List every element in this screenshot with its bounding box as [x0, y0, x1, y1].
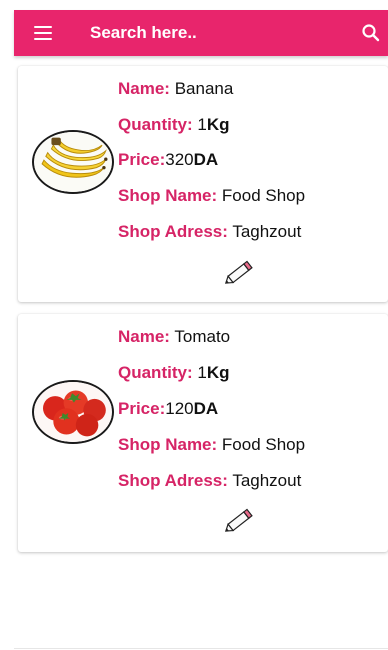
quantity-row: Quantity: 1Kg: [118, 115, 229, 135]
shop-name-label: Shop Name:: [118, 435, 218, 454]
price-value: 120: [165, 399, 194, 418]
product-card: Name: Banana Quantity: 1Kg Price:320DA S…: [18, 66, 388, 302]
name-label: Name:: [118, 79, 170, 98]
pencil-icon: [224, 508, 253, 532]
app-bar: [14, 10, 388, 56]
shop-name-label: Shop Name:: [118, 186, 218, 205]
shop-address: Taghzout: [232, 222, 302, 241]
search-input[interactable]: [90, 20, 340, 46]
shop-address-row: Shop Adress: Taghzout: [118, 222, 301, 242]
shop-name: Food Shop: [221, 435, 306, 454]
menu-icon[interactable]: [34, 23, 54, 43]
price-row: Price:120DA: [118, 399, 218, 419]
quantity-label: Quantity:: [118, 363, 193, 382]
edit-product-button[interactable]: [224, 258, 256, 286]
product-name-row: Name: Tomato: [118, 327, 230, 347]
price-unit: DA: [193, 399, 219, 418]
shop-address-row: Shop Adress: Taghzout: [118, 471, 301, 491]
edit-product-button[interactable]: [224, 506, 256, 534]
shop-name: Food Shop: [221, 186, 306, 205]
shop-address-label: Shop Adress:: [118, 222, 228, 241]
shop-address-label: Shop Adress:: [118, 471, 228, 490]
quantity-value: 1: [197, 115, 207, 134]
quantity-value: 1: [197, 363, 207, 382]
quantity-label: Quantity:: [118, 115, 193, 134]
price-value: 320: [165, 150, 194, 169]
product-name: Tomato: [174, 327, 231, 346]
bottom-divider: [14, 648, 388, 649]
search-icon[interactable]: [360, 22, 382, 44]
pencil-icon: [224, 260, 253, 284]
quantity-unit: Kg: [206, 115, 230, 134]
product-name: Banana: [174, 79, 234, 98]
tomato-image: [32, 380, 114, 444]
price-row: Price:320DA: [118, 150, 218, 170]
name-label: Name:: [118, 327, 170, 346]
price-unit: DA: [193, 150, 219, 169]
price-label: Price:: [118, 399, 166, 418]
quantity-row: Quantity: 1Kg: [118, 363, 229, 383]
shop-name-row: Shop Name: Food Shop: [118, 435, 305, 455]
quantity-unit: Kg: [206, 363, 230, 382]
banana-image: [32, 130, 114, 194]
app-screen: Name: Banana Quantity: 1Kg Price:320DA S…: [0, 0, 388, 650]
product-card: Name: Tomato Quantity: 1Kg Price:120DA S…: [18, 314, 388, 552]
product-name-row: Name: Banana: [118, 79, 233, 99]
shop-address: Taghzout: [232, 471, 302, 490]
shop-name-row: Shop Name: Food Shop: [118, 186, 305, 206]
price-label: Price:: [118, 150, 166, 169]
